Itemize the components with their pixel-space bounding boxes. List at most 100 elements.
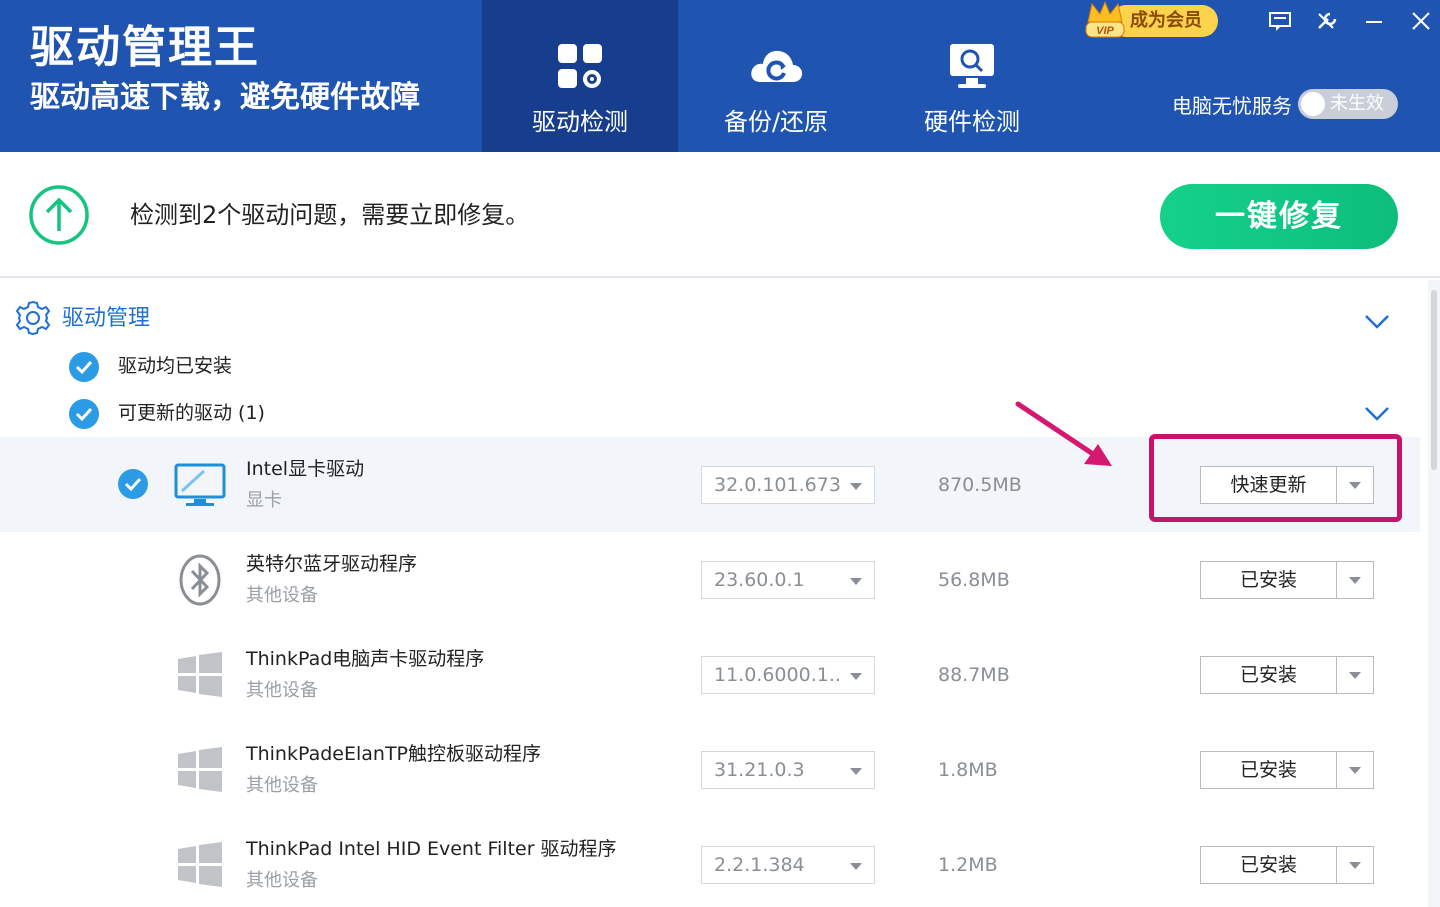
action-group: 快速更新 xyxy=(1200,466,1374,504)
version-value: 23.60.0.1 xyxy=(714,569,805,591)
version-select[interactable]: 11.0.6000.1... xyxy=(701,656,875,694)
installed-button[interactable]: 已安装 xyxy=(1201,562,1337,598)
check-circle-icon xyxy=(69,399,99,429)
app-title: 驱动管理王 xyxy=(30,22,260,73)
chevron-down-icon[interactable] xyxy=(1364,314,1390,330)
action-dropdown[interactable] xyxy=(1338,467,1373,503)
driver-row-intel-bluetooth[interactable]: 英特尔蓝牙驱动程序 其他设备 23.60.0.1 56.8MB 已安装 xyxy=(0,532,1420,627)
close-icon[interactable] xyxy=(1407,8,1435,34)
action-group: 已安装 xyxy=(1200,846,1374,884)
driver-name: ThinkPad电脑声卡驱动程序 xyxy=(246,648,485,670)
subgroup-updatable[interactable]: 可更新的驱动 (1) xyxy=(0,396,1420,432)
version-select[interactable]: 23.60.0.1 xyxy=(701,561,875,599)
check-circle-icon[interactable] xyxy=(117,468,149,500)
caret-down-icon xyxy=(850,673,862,680)
tools-icon[interactable] xyxy=(1313,8,1341,34)
caret-down-icon xyxy=(850,578,862,585)
driver-name: ThinkPadeElanTP触控板驱动程序 xyxy=(246,743,542,765)
caret-down-icon xyxy=(850,863,862,870)
vip-badge-text: VIP xyxy=(1096,25,1114,37)
version-value: 2.2.1.384 xyxy=(714,854,805,876)
arrow-up-circle-icon xyxy=(29,185,89,245)
driver-category: 显卡 xyxy=(246,490,282,511)
service-toggle[interactable]: 未生效 xyxy=(1298,89,1398,119)
status-strip: 检测到2个驱动问题，需要立即修复。 一键修复 xyxy=(0,152,1440,278)
action-group: 已安装 xyxy=(1200,561,1374,599)
app-window: 驱动管理王 驱动高速下载，避免硬件故障 驱动检测 备份/还原 硬件检测 成为会员… xyxy=(0,0,1440,907)
version-select[interactable]: 2.2.1.384 xyxy=(701,846,875,884)
version-value: 31.21.0.3 xyxy=(714,759,805,781)
action-dropdown[interactable] xyxy=(1338,752,1373,788)
action-group: 已安装 xyxy=(1200,751,1374,789)
tab-backup-restore[interactable]: 备份/还原 xyxy=(678,0,874,152)
scroll-thumb[interactable] xyxy=(1431,290,1437,470)
action-dropdown[interactable] xyxy=(1338,562,1373,598)
version-select[interactable]: 31.21.0.3 xyxy=(701,751,875,789)
driver-category: 其他设备 xyxy=(246,870,318,891)
driver-row-thinkpad-hid[interactable]: ThinkPad Intel HID Event Filter 驱动程序 其他设… xyxy=(0,817,1420,907)
tab-label: 备份/还原 xyxy=(723,108,829,136)
tab-driver-detect[interactable]: 驱动检测 xyxy=(482,0,678,152)
bluetooth-icon xyxy=(179,554,221,606)
version-value: 11.0.6000.1... xyxy=(714,664,842,686)
driver-row-thinkpad-audio[interactable]: ThinkPad电脑声卡驱动程序 其他设备 11.0.6000.1... 88.… xyxy=(0,627,1420,722)
caret-down-icon xyxy=(1349,862,1361,869)
cloud-backup-icon xyxy=(751,50,803,82)
feedback-icon[interactable] xyxy=(1266,8,1294,34)
minimize-icon[interactable] xyxy=(1360,8,1388,34)
quick-update-button[interactable]: 快速更新 xyxy=(1201,467,1337,503)
subgroup-installed[interactable]: 驱动均已安装 xyxy=(0,349,1420,385)
windows-icon xyxy=(178,652,222,697)
driver-row-intel-graphics[interactable]: Intel显卡驱动 显卡 32.0.101.6732 870.5MB 快速更新 xyxy=(0,437,1420,532)
installed-button[interactable]: 已安装 xyxy=(1201,847,1337,883)
driver-size: 1.8MB xyxy=(938,759,998,781)
vip-crown-icon: VIP xyxy=(1085,0,1125,38)
app-subtitle: 驱动高速下载，避免硬件故障 xyxy=(30,80,420,115)
action-dropdown[interactable] xyxy=(1338,657,1373,693)
driver-category: 其他设备 xyxy=(246,585,318,606)
check-circle-icon xyxy=(69,352,99,382)
caret-down-icon xyxy=(1349,577,1361,584)
installed-button[interactable]: 已安装 xyxy=(1201,752,1337,788)
installed-button[interactable]: 已安装 xyxy=(1201,657,1337,693)
driver-size: 88.7MB xyxy=(938,664,1010,686)
driver-category: 其他设备 xyxy=(246,680,318,701)
scrollbar[interactable] xyxy=(1428,280,1440,907)
action-dropdown[interactable] xyxy=(1338,847,1373,883)
tab-hardware-detect[interactable]: 硬件检测 xyxy=(874,0,1070,152)
driver-size: 56.8MB xyxy=(938,569,1010,591)
toggle-knob xyxy=(1301,92,1325,116)
driver-name: ThinkPad Intel HID Event Filter 驱动程序 xyxy=(246,838,617,860)
action-group: 已安装 xyxy=(1200,656,1374,694)
driver-detect-icon xyxy=(558,44,602,88)
version-select[interactable]: 32.0.101.6732 xyxy=(701,466,875,504)
section-header-driver-management[interactable]: 驱动管理 xyxy=(0,296,1420,342)
caret-down-icon xyxy=(850,483,862,490)
version-value: 32.0.101.6732 xyxy=(714,474,842,496)
chevron-down-icon[interactable] xyxy=(1364,406,1390,422)
gear-icon xyxy=(15,300,51,336)
status-message: 检测到2个驱动问题，需要立即修复。 xyxy=(130,201,530,229)
caret-down-icon xyxy=(1349,672,1361,679)
service-area: 电脑无忧服务 未生效 xyxy=(1172,88,1398,120)
driver-name: Intel显卡驱动 xyxy=(246,458,365,480)
one-click-fix-button[interactable]: 一键修复 xyxy=(1160,184,1398,249)
hardware-monitor-icon xyxy=(950,44,994,88)
brand: 驱动管理王 驱动高速下载，避免硬件故障 xyxy=(30,22,420,118)
service-label: 电脑无忧服务 xyxy=(1172,93,1292,118)
driver-name: 英特尔蓝牙驱动程序 xyxy=(246,553,418,575)
windows-icon xyxy=(178,842,222,887)
subgroup-label: 可更新的驱动 (1) xyxy=(118,402,265,424)
toggle-status-text: 未生效 xyxy=(1330,93,1384,114)
tab-label: 驱动检测 xyxy=(532,108,628,136)
vip-button[interactable]: 成为会员 VIP xyxy=(1084,0,1220,40)
section-title: 驱动管理 xyxy=(62,306,151,331)
windows-icon xyxy=(178,747,222,792)
caret-down-icon xyxy=(1349,482,1361,489)
vip-label: 成为会员 xyxy=(1110,5,1218,37)
driver-row-thinkpad-touchpad[interactable]: ThinkPadeElanTP触控板驱动程序 其他设备 31.21.0.3 1.… xyxy=(0,722,1420,817)
driver-category: 其他设备 xyxy=(246,775,318,796)
caret-down-icon xyxy=(1349,767,1361,774)
header-bar: 驱动管理王 驱动高速下载，避免硬件故障 驱动检测 备份/还原 硬件检测 成为会员… xyxy=(0,0,1440,152)
caret-down-icon xyxy=(850,768,862,775)
